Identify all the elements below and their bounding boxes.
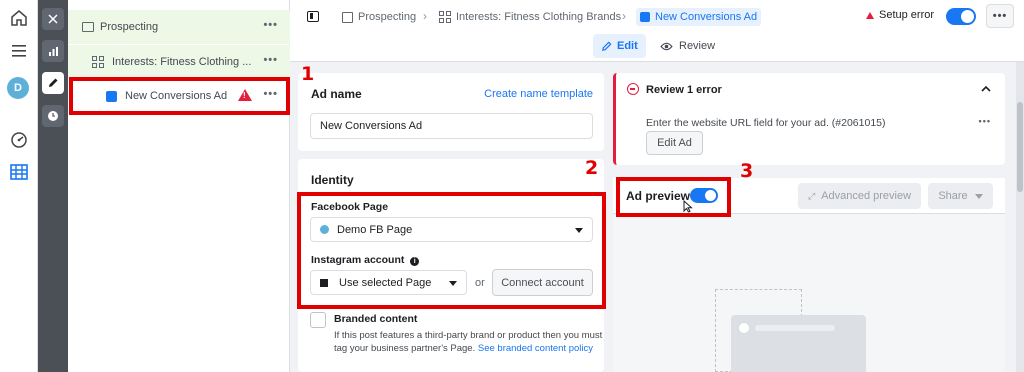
error-circle-icon	[627, 83, 639, 95]
tree-item-ad[interactable]: New Conversions Ad ! •••	[68, 79, 290, 113]
chevron-down-icon	[575, 228, 583, 233]
advanced-preview-label: Advanced preview	[821, 190, 912, 202]
info-icon[interactable]: i	[410, 257, 420, 266]
or-text: or	[475, 277, 485, 289]
breadcrumb-separator: ›	[423, 9, 427, 23]
ad-icon	[106, 90, 117, 102]
annotation-number-2: 2	[585, 157, 599, 179]
facebook-page-select[interactable]: Demo FB Page	[310, 217, 593, 242]
more-options-icon[interactable]: •••	[263, 19, 278, 31]
gauge-icon[interactable]	[9, 130, 29, 150]
instagram-account-value: Use selected Page	[339, 276, 432, 289]
card-title: Ad name	[311, 87, 362, 101]
tree-item-adset[interactable]: Interests: Fitness Clothing ... •••	[68, 45, 290, 79]
ad-name-input[interactable]: New Conversions Ad	[310, 113, 593, 139]
more-button[interactable]: •••	[986, 4, 1014, 28]
campaign-tree: Prospecting ••• Interests: Fitness Cloth…	[68, 0, 290, 372]
avatar[interactable]: D	[7, 77, 29, 99]
tree-item-label: New Conversions Ad	[125, 90, 228, 102]
folder-icon	[82, 22, 94, 32]
adset-icon	[439, 11, 451, 23]
breadcrumb-ad[interactable]: New Conversions Ad	[636, 8, 762, 26]
instagram-account-label: Instagram account i	[311, 254, 420, 266]
more-options-icon[interactable]: •••	[979, 116, 991, 126]
ad-preview-toggle[interactable]	[690, 188, 718, 203]
edit-ad-button[interactable]: Edit Ad	[646, 131, 703, 155]
share-label: Share	[938, 190, 968, 202]
setup-error-label: Setup error	[879, 9, 935, 21]
home-icon[interactable]	[9, 8, 29, 28]
card-title: Identity	[311, 173, 354, 187]
adset-icon	[92, 56, 104, 68]
warning-icon: !	[238, 89, 252, 101]
create-name-template-link[interactable]: Create name template	[484, 88, 593, 100]
breadcrumb-label: Prospecting	[358, 11, 417, 23]
breadcrumb-separator: ›	[622, 9, 626, 23]
flag-icon	[320, 278, 328, 287]
branded-content-title: Branded content	[334, 313, 418, 325]
top-bar: Prospecting › Interests: Fitness Clothin…	[290, 0, 1024, 62]
ad-icon	[640, 12, 650, 22]
review-error-card: Review 1 error Enter the website URL fie…	[613, 73, 1005, 165]
tab-edit[interactable]: Edit	[593, 34, 646, 58]
mouse-cursor-icon	[683, 200, 693, 213]
branded-content-checkbox[interactable]	[310, 312, 326, 328]
facebook-page-label: Facebook Page	[311, 201, 389, 213]
setup-error-status: Setup error	[866, 9, 934, 21]
ad-name-card: Ad name Create name template New Convers…	[298, 73, 604, 151]
page-avatar-icon	[320, 225, 329, 234]
left-nav-rail: D	[0, 0, 38, 372]
folder-icon	[342, 11, 353, 23]
error-icon	[866, 11, 874, 19]
annotation-number-3: 3	[740, 160, 754, 182]
preview-placeholder-card	[731, 315, 866, 372]
pencil-icon[interactable]	[42, 72, 64, 94]
eye-icon	[660, 42, 673, 50]
more-options-icon[interactable]: •••	[263, 54, 278, 66]
branded-content-description-text: tag your business partner's Page.	[334, 343, 476, 354]
instagram-account-label-text: Instagram account	[311, 254, 405, 266]
breadcrumb-label: Interests: Fitness Clothing Brands	[456, 11, 622, 23]
more-options-icon[interactable]: •••	[263, 88, 278, 100]
review-error-title: Review 1 error	[646, 84, 722, 96]
annotation-number-1: 1	[301, 63, 315, 85]
review-error-message: Enter the website URL field for your ad.…	[646, 117, 886, 129]
identity-card: Identity Facebook Page Demo FB Page Inst…	[298, 159, 604, 372]
tree-item-label: Prospecting	[100, 21, 159, 33]
close-icon[interactable]	[42, 8, 64, 30]
ads-manager-table-icon[interactable]	[9, 162, 29, 182]
ad-name-value: New Conversions Ad	[320, 120, 423, 132]
branded-content-policy-link[interactable]: See branded content policy	[478, 343, 593, 354]
branded-content-description: If this post features a third-party bran…	[334, 330, 603, 341]
instagram-account-select[interactable]: Use selected Page	[310, 270, 467, 295]
share-button[interactable]: Share	[928, 183, 993, 209]
avatar-letter: D	[14, 82, 22, 94]
breadcrumb-adset[interactable]: Interests: Fitness Clothing Brands	[439, 8, 621, 26]
pencil-icon	[602, 41, 612, 51]
breadcrumb-label: New Conversions Ad	[655, 11, 758, 23]
ad-preview-card: Ad preview ⤢ Advanced preview Share	[613, 178, 1005, 372]
menu-icon[interactable]	[9, 41, 29, 61]
facebook-page-value: Demo FB Page	[337, 223, 413, 236]
expand-icon: ⤢	[807, 190, 816, 201]
panel-toggle-icon[interactable]	[304, 7, 322, 25]
chevron-down-icon	[449, 281, 457, 286]
chevron-up-icon[interactable]	[981, 83, 991, 95]
tab-label: Review	[679, 40, 716, 52]
advanced-preview-button[interactable]: ⤢ Advanced preview	[798, 183, 921, 209]
tool-strip	[38, 0, 68, 372]
tree-item-label: Interests: Fitness Clothing ...	[112, 56, 252, 68]
branded-content-description-line2: tag your business partner's Page. See br…	[334, 343, 593, 354]
breadcrumb-campaign[interactable]: Prospecting	[342, 8, 416, 26]
chevron-down-icon	[974, 193, 983, 199]
tree-item-campaign[interactable]: Prospecting •••	[68, 10, 290, 44]
ad-preview-label: Ad preview	[626, 189, 691, 203]
tab-label: Edit	[617, 40, 638, 52]
ad-active-toggle[interactable]	[946, 8, 976, 25]
clock-icon[interactable]	[42, 105, 64, 127]
chart-icon[interactable]	[42, 40, 64, 62]
tab-review[interactable]: Review	[652, 34, 723, 58]
scrollbar[interactable]	[1016, 62, 1024, 372]
connect-account-button[interactable]: Connect account	[492, 269, 593, 296]
